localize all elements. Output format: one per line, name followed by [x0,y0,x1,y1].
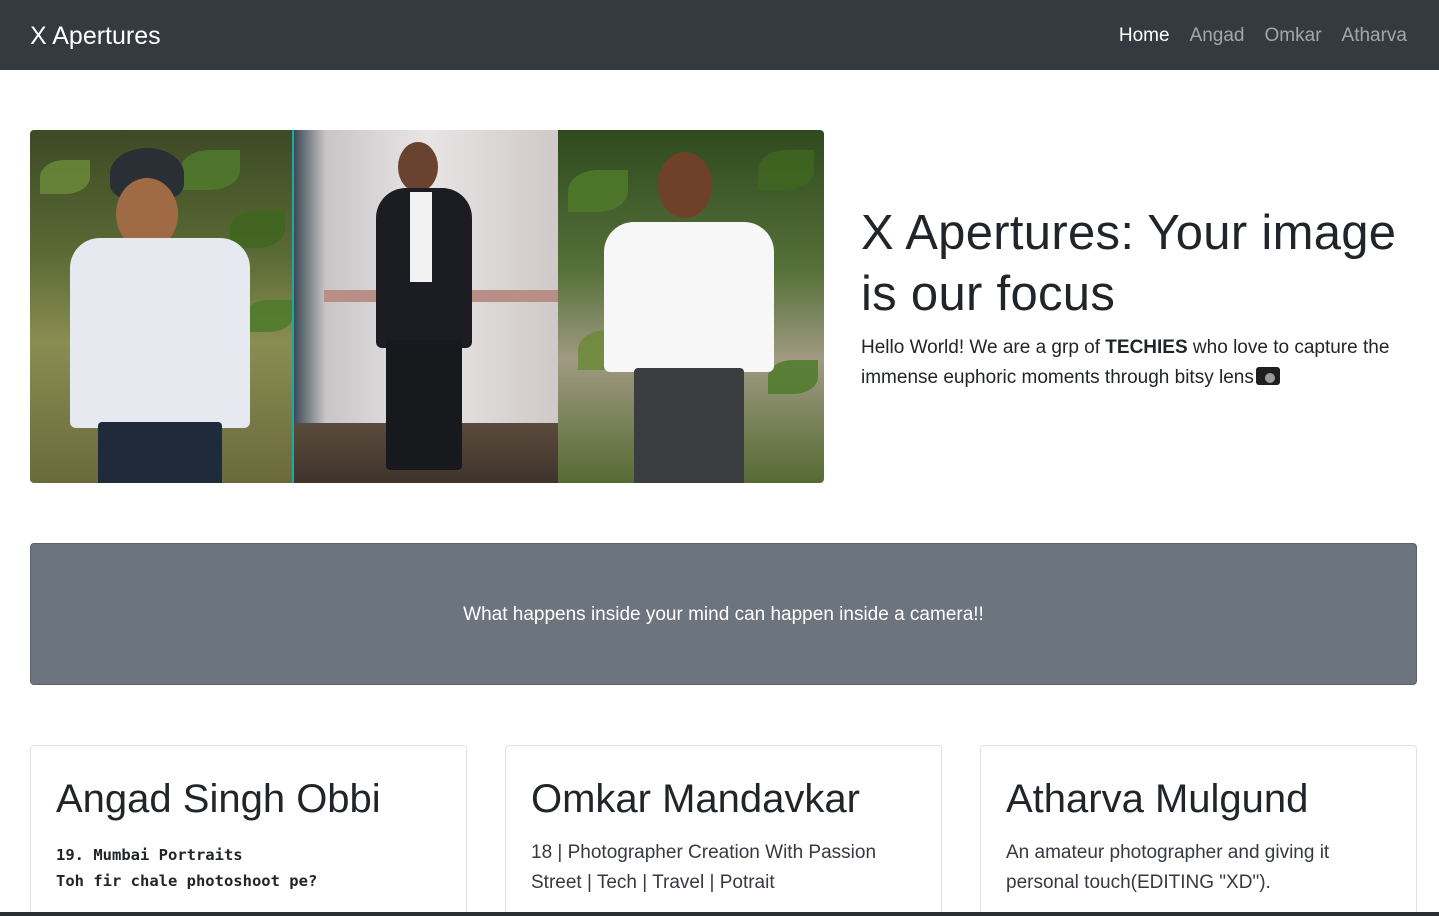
card-omkar: Omkar Mandavkar 18 | Photographer Creati… [505,745,942,916]
portrait-omkar [292,130,558,483]
card-angad: Angad Singh Obbi 19. Mumbai Portraits Toh… [30,745,467,916]
quote-banner: What happens inside your mind can happen… [30,543,1417,685]
card-text: 18 | Photographer Creation With Passion S… [531,838,921,898]
hero-photo-collage [30,130,824,483]
hero-text-start: Hello World! We are a grp of [861,337,1106,358]
card-atharva: Atharva Mulgund An amateur photographer … [980,745,1417,916]
quote-text: What happens inside your mind can happen… [463,604,984,625]
nav-link-omkar[interactable]: Omkar [1265,22,1322,50]
card-title: Omkar Mandavkar [531,777,860,821]
nav-link-angad[interactable]: Angad [1190,22,1245,50]
nav-link-home[interactable]: Home [1119,22,1170,50]
portrait-atharva [558,130,824,483]
card-text: 19. Mumbai Portraits Toh fir chale photos… [56,842,456,894]
card-title: Atharva Mulgund [1006,777,1309,821]
navbar: X Apertures Home Angad Omkar Atharva [0,0,1439,70]
brand-link[interactable]: X Apertures [30,20,161,52]
bottom-edge [0,912,1439,916]
card-line: 18 | Photographer Creation With Passion [531,842,877,863]
hero-description: Hello World! We are a grp of TECHIES who… [861,333,1421,393]
nav-link-atharva[interactable]: Atharva [1342,22,1407,50]
card-line: Toh fir chale photoshoot pe? [56,872,318,890]
hero-title: X Apertures: Your image is our focus [861,206,1397,321]
card-text: An amateur photographer and giving it pe… [1006,842,1330,893]
portrait-angad [30,130,292,483]
camera-icon [1255,367,1280,385]
card-line: 19. Mumbai Portraits [56,846,243,864]
card-title: Angad Singh Obbi [56,777,381,821]
card-line: Street | Tech | Travel | Potrait [531,872,775,893]
hero-text-bold: TECHIES [1105,337,1188,358]
nav-links: Home Angad Omkar Atharva [1099,22,1407,50]
